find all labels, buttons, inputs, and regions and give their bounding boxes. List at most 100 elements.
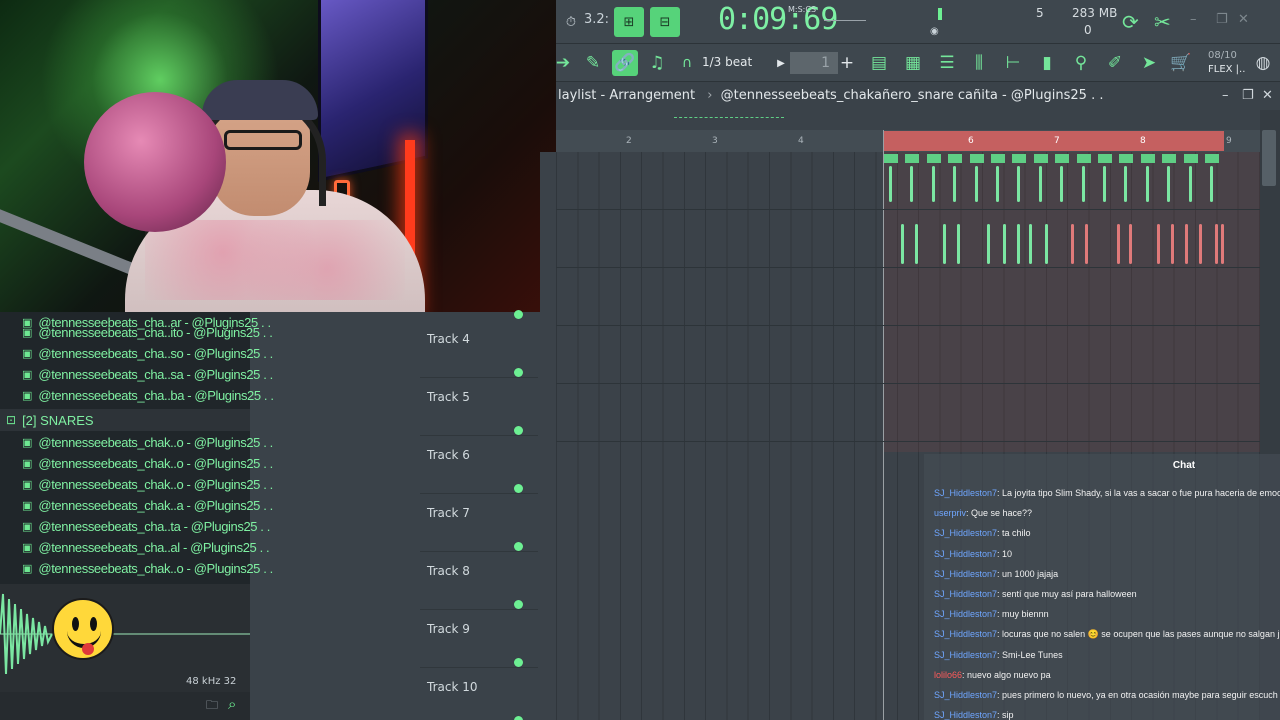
audio-clip[interactable] — [991, 154, 1005, 208]
playlist-icon[interactable]: ▤ — [866, 50, 892, 76]
browser-item[interactable]: ▣ @tennesseebeats_cha..ito - @Plugins25 .… — [0, 322, 273, 343]
audio-clip[interactable] — [1162, 154, 1177, 208]
audio-clip[interactable] — [896, 210, 910, 266]
clip-header[interactable] — [1119, 154, 1134, 163]
metronome-icon[interactable]: ♫ — [644, 50, 670, 76]
picker-icon[interactable]: ✐ — [1102, 50, 1128, 76]
playlist-breadcrumb[interactable]: @tennesseebeats_chakañero_snare cañita -… — [721, 88, 1104, 103]
audio-clip[interactable] — [1180, 210, 1194, 266]
pattern-selector[interactable]: 1 — [790, 52, 838, 74]
audio-clip[interactable] — [1194, 210, 1208, 266]
audio-clip[interactable] — [1080, 210, 1094, 266]
audio-clip[interactable] — [1033, 154, 1048, 208]
audio-clip[interactable] — [1216, 210, 1230, 266]
clip-header[interactable] — [969, 154, 984, 163]
scrollbar-thumb[interactable] — [1262, 130, 1276, 186]
audio-clip[interactable] — [910, 210, 924, 266]
browser-item[interactable]: ▣ @tennesseebeats_cha..ta - @Plugins25 . … — [0, 516, 270, 537]
tempo-display[interactable]: 3.2: — [584, 12, 609, 27]
audio-clip[interactable] — [1205, 154, 1219, 208]
browser-item[interactable]: ▣ @tennesseebeats_chak..a - @Plugins25 . … — [0, 495, 273, 516]
chat-username[interactable]: SJ_Hiddleston7 — [934, 488, 997, 498]
audio-clip[interactable] — [1076, 154, 1091, 208]
track-mute-led[interactable] — [514, 484, 523, 493]
chat-username[interactable]: SJ_Hiddleston7 — [934, 690, 997, 700]
chat-username[interactable]: SJ_Hiddleston7 — [934, 629, 997, 639]
audio-clip[interactable] — [969, 154, 984, 208]
audio-clip[interactable] — [1166, 210, 1180, 266]
clip-header[interactable] — [884, 154, 898, 163]
browser-item[interactable]: ▣ @tennesseebeats_chak..o - @Plugins25 . … — [0, 558, 273, 579]
pencil-icon[interactable]: ✎ — [580, 50, 606, 76]
browser-item[interactable]: ▣ @tennesseebeats_cha..al - @Plugins25 . … — [0, 537, 270, 558]
track-header[interactable]: Track 4 — [420, 320, 538, 378]
audio-clip[interactable] — [905, 154, 920, 208]
audio-clip[interactable] — [1152, 210, 1166, 266]
typing-keyboard-icon[interactable]: ⊞ — [614, 7, 644, 37]
audio-clip[interactable] — [998, 210, 1012, 266]
clip-header[interactable] — [905, 154, 920, 163]
browser-item[interactable]: ▣ @tennesseebeats_chak..o - @Plugins25 . … — [0, 474, 273, 495]
scissors-icon[interactable]: ✂ — [1154, 10, 1171, 34]
chat-username[interactable]: lolilo66 — [934, 670, 962, 680]
clip-header[interactable] — [1033, 154, 1048, 163]
browser-item[interactable]: ▣ @tennesseebeats_chak..o - @Plugins25 . … — [0, 432, 273, 453]
close-icon[interactable]: ✕ — [1238, 12, 1249, 27]
magnet-icon[interactable]: ∩ — [674, 50, 700, 76]
track-mute-led[interactable] — [514, 600, 523, 609]
chat-username[interactable]: SJ_Hiddleston7 — [934, 569, 997, 579]
audio-clip[interactable] — [952, 210, 966, 266]
eye-icon[interactable]: ◉ — [930, 26, 939, 37]
audio-clip[interactable] — [1040, 210, 1054, 266]
clip-header[interactable] — [1183, 154, 1198, 163]
send-icon[interactable]: ➤ — [1136, 50, 1162, 76]
cart-icon[interactable]: 🛒 — [1168, 50, 1194, 76]
refresh-icon[interactable]: ⟳ — [1122, 10, 1139, 34]
audio-clip[interactable] — [948, 154, 963, 208]
playhead[interactable] — [883, 130, 884, 720]
track-mute-led[interactable] — [514, 658, 523, 667]
chat-username[interactable]: SJ_Hiddleston7 — [934, 710, 997, 720]
playlist-maximize-icon[interactable]: ❐ — [1242, 82, 1254, 110]
clip-header[interactable] — [1140, 154, 1155, 163]
track-mute-led[interactable] — [514, 716, 523, 720]
track-header[interactable]: Track 7 — [420, 494, 538, 552]
browser-item[interactable]: ▣ @tennesseebeats_cha..ba - @Plugins25 . … — [0, 385, 274, 406]
channel-rack-icon[interactable]: ☰ — [934, 50, 960, 76]
mixer-icon[interactable]: ⫼ — [966, 50, 992, 76]
playlist-close-icon[interactable]: ✕ — [1262, 82, 1273, 110]
arrow-right-icon[interactable]: ➔ — [550, 50, 576, 76]
audio-clip[interactable] — [982, 210, 996, 266]
clip-header[interactable] — [1205, 154, 1219, 163]
track-header[interactable]: Track 6 — [420, 436, 538, 494]
chat-username[interactable]: SJ_Hiddleston7 — [934, 609, 997, 619]
browser-folder[interactable]: ⊡ [2] SNARES — [0, 409, 250, 431]
chat-username[interactable]: userpriv — [934, 508, 966, 518]
snap-selector[interactable]: 1/3 beat — [702, 55, 752, 69]
audio-clip[interactable] — [938, 210, 952, 266]
clip-header[interactable] — [926, 154, 941, 163]
link-icon[interactable]: 🔗 — [612, 50, 638, 76]
audio-clip[interactable] — [1124, 210, 1138, 266]
plugin-icon[interactable]: ⚲ — [1068, 50, 1094, 76]
track-header[interactable]: Track 10 — [420, 668, 538, 720]
audio-clip[interactable] — [1024, 210, 1038, 266]
audio-clip[interactable] — [1119, 154, 1134, 208]
folder-open-icon[interactable]: 🗀 — [206, 696, 218, 717]
audio-clip[interactable] — [1140, 154, 1155, 208]
clip-header[interactable] — [1055, 154, 1070, 163]
minimize-icon[interactable]: – — [1190, 12, 1197, 27]
clip-header[interactable] — [991, 154, 1005, 163]
maximize-icon[interactable]: ❐ — [1216, 12, 1228, 27]
add-pattern-icon[interactable]: + — [834, 50, 860, 76]
clip-header[interactable] — [1012, 154, 1027, 163]
track-mute-led[interactable] — [514, 368, 523, 377]
step-edit-icon[interactable]: ⊟ — [650, 7, 680, 37]
record-timer-icon[interactable]: ⏱ — [556, 7, 586, 37]
audio-clip[interactable] — [1012, 154, 1027, 208]
clip-header[interactable] — [1162, 154, 1177, 163]
chat-username[interactable]: SJ_Hiddleston7 — [934, 549, 997, 559]
browser-icon[interactable]: ⊢ — [1000, 50, 1026, 76]
track-mute-led[interactable] — [514, 426, 523, 435]
search-icon[interactable]: ⌕ — [228, 695, 236, 713]
